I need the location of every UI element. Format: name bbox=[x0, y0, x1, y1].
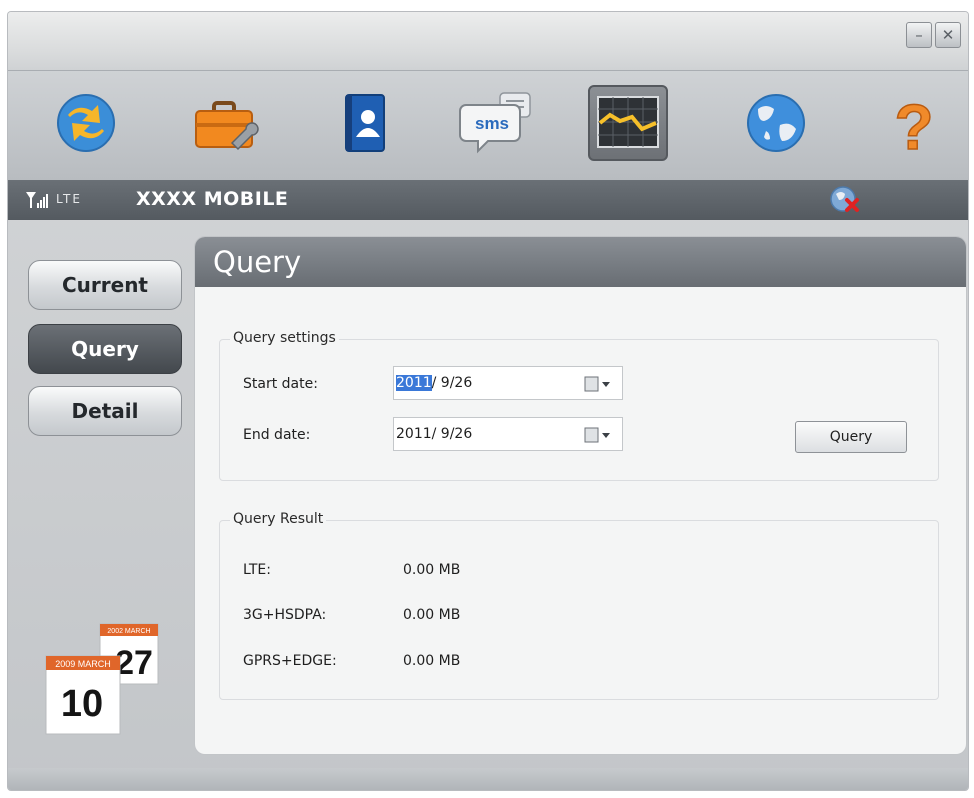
calendar-front-month: 2009 MARCH bbox=[55, 659, 111, 669]
calendar-back-month: 2002 MARCH bbox=[107, 628, 150, 635]
panel-title: Query bbox=[213, 245, 302, 279]
network-type: LTE bbox=[56, 192, 82, 206]
start-date-label: Start date: bbox=[243, 376, 318, 392]
help-icon-glyph: ? bbox=[894, 91, 933, 161]
result-label-gprs: GPRS+EDGE: bbox=[243, 653, 337, 669]
query-button[interactable]: Query bbox=[795, 421, 907, 453]
calendar-front-day: 10 bbox=[61, 683, 103, 725]
calendar-back-day: 27 bbox=[115, 644, 153, 682]
chart-icon bbox=[597, 96, 659, 148]
start-date-value: 2011/ 9/26 bbox=[396, 375, 472, 391]
start-date-picker[interactable]: 2011/ 9/26 bbox=[393, 366, 623, 400]
toolbar-connect-button[interactable] bbox=[46, 85, 126, 161]
sms-bubble-icon: sms bbox=[459, 92, 531, 154]
disconnect-icon[interactable] bbox=[828, 184, 862, 218]
sms-icon-label: sms bbox=[475, 114, 509, 133]
toolbox-icon bbox=[195, 101, 259, 151]
nav-detail-button[interactable]: Detail bbox=[28, 386, 182, 436]
result-label-3g: 3G+HSDPA: bbox=[243, 607, 327, 623]
globe-icon bbox=[747, 94, 805, 152]
toolbar-statistics-button[interactable] bbox=[588, 85, 668, 161]
toolbar-sms-button[interactable]: sms bbox=[458, 85, 538, 161]
toolbar-internet-button[interactable] bbox=[736, 85, 816, 161]
app-window: – ✕ sms ? LTE XXXX MOBILE Current Query … bbox=[8, 12, 968, 790]
result-label-lte: LTE: bbox=[243, 562, 271, 578]
query-panel: Query Query settings Start date: 2011/ 9… bbox=[195, 237, 966, 754]
signal-strength-icon bbox=[26, 192, 48, 208]
nav-current-button[interactable]: Current bbox=[28, 260, 182, 310]
calendar-dropdown-icon[interactable] bbox=[584, 376, 612, 392]
end-date-label: End date: bbox=[243, 427, 311, 443]
end-date-value: 2011/ 9/26 bbox=[396, 426, 473, 442]
toolbar-settings-button[interactable] bbox=[184, 85, 264, 161]
result-value-gprs: 0.00 MB bbox=[403, 653, 461, 669]
contact-book-icon bbox=[345, 94, 385, 152]
end-date-picker[interactable]: 2011/ 9/26 bbox=[393, 417, 623, 451]
query-result-group: Query Result bbox=[219, 511, 939, 700]
toolbar-contacts-button[interactable] bbox=[324, 85, 404, 161]
close-button[interactable]: ✕ bbox=[935, 22, 961, 48]
question-icon: ? bbox=[894, 90, 935, 164]
calendar-dropdown-icon[interactable] bbox=[584, 427, 612, 443]
panel-header: Query bbox=[195, 237, 966, 287]
result-value-lte: 0.00 MB bbox=[403, 562, 461, 578]
start-date-rest: / 9/26 bbox=[431, 375, 473, 391]
minimize-button[interactable]: – bbox=[906, 22, 932, 48]
main-toolbar: sms ? bbox=[8, 70, 968, 181]
window-footer bbox=[8, 768, 968, 790]
query-settings-group: Query settings bbox=[219, 330, 939, 481]
query-result-title: Query Result bbox=[230, 511, 327, 527]
title-bar: – ✕ bbox=[8, 12, 968, 70]
query-settings-title: Query settings bbox=[230, 330, 339, 346]
result-value-3g: 0.00 MB bbox=[403, 607, 461, 623]
calendar-icon: 2002 MARCH 27 2009 MARCH 10 bbox=[45, 623, 159, 735]
nav-query-button[interactable]: Query bbox=[28, 324, 182, 374]
carrier-name: XXXX MOBILE bbox=[136, 188, 289, 210]
status-bar: LTE XXXX MOBILE bbox=[8, 180, 968, 220]
start-date-year: 2011 bbox=[396, 375, 432, 391]
globe-refresh-icon bbox=[57, 94, 115, 152]
toolbar-help-button[interactable]: ? bbox=[874, 85, 954, 164]
